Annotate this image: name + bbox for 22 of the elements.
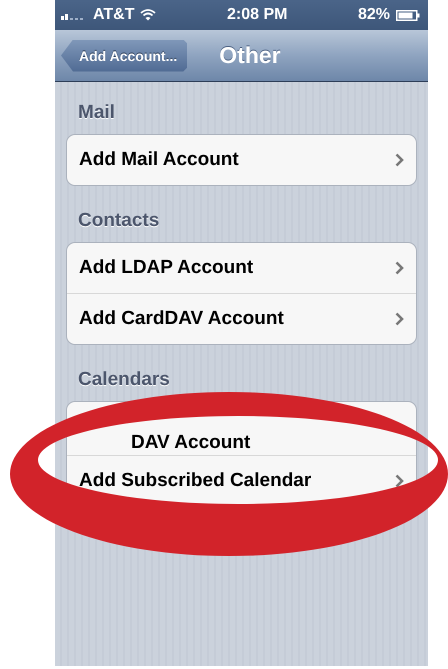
clock-time: 2:08 PM [226,6,288,24]
settings-row[interactable]: Add CardDAV Account [67,293,416,344]
section-header: Mail [77,101,116,125]
settings-row[interactable]: Add Mail Account [67,135,416,185]
row-label: Add LDAP Account [79,257,254,279]
battery-icon [396,10,420,20]
section-header: Contacts [77,209,160,233]
chevron-icon [395,312,404,326]
row-label[interactable]: DAV Account [131,433,250,452]
row-label: Add Mail Account [79,149,239,171]
carrier-name: AT&T [93,6,134,24]
battery-percentage: 82% [358,6,390,24]
row-label[interactable]: Add Subscribed Calendar [79,470,312,492]
section-header: Calendars [77,368,171,392]
row-label: Add CardDAV Account [79,308,284,330]
screen-title: Other [219,42,281,69]
chevron-icon [395,261,404,275]
chevron-icon [395,474,404,488]
wifi-icon [140,9,156,21]
chevron-icon [395,153,404,167]
back-button[interactable]: Add Account... [61,40,188,72]
settings-row[interactable]: Add LDAP Account [67,243,416,293]
